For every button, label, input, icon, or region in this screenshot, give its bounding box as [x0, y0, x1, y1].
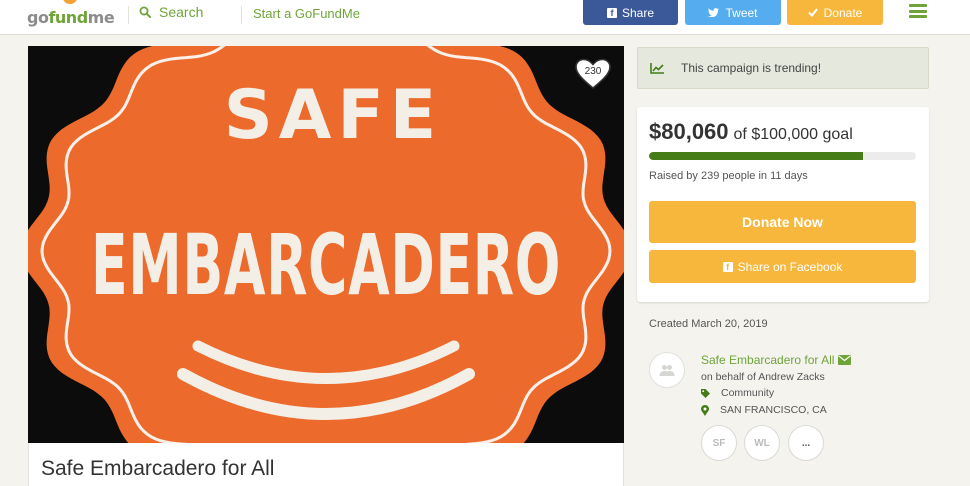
search-label: Search — [159, 4, 204, 20]
tag-icon — [701, 388, 710, 398]
organizer-avatar[interactable] — [649, 352, 685, 388]
favorite-button[interactable]: 230 — [574, 58, 612, 90]
top-nav: gofundme Search Start a GoFundMe f Share… — [0, 0, 970, 35]
location-pin-icon — [701, 404, 709, 416]
logo-fund: fund — [48, 8, 88, 27]
category-label: Community — [721, 387, 775, 399]
trending-text: This campaign is trending! — [681, 61, 822, 75]
checkmark-icon — [807, 8, 818, 17]
hamburger-menu-icon[interactable] — [909, 4, 927, 18]
organizer-section: Safe Embarcadero for All on behalf of An… — [649, 352, 929, 472]
trending-chart-icon — [650, 62, 664, 74]
share-on-facebook-button[interactable]: f Share on Facebook — [649, 250, 916, 283]
campaign-title-card: Safe Embarcadero for All — [28, 443, 624, 486]
header-divider — [128, 6, 129, 24]
location-label: SAN FRANCISCO, CA — [720, 404, 827, 416]
raised-by-text: Raised by 239 people in 11 days — [649, 170, 808, 182]
logo-go: go — [27, 8, 49, 27]
on-behalf-text: on behalf of Andrew Zacks — [701, 371, 825, 383]
hero-text-safe: SAFE — [224, 76, 443, 155]
search-icon — [139, 6, 151, 18]
campaign-hero-image: SAFE EMBARCADERO 230 — [28, 46, 624, 443]
twitter-icon — [708, 8, 720, 17]
donation-card: $80,060 of $100,000 goal Raised by 239 p… — [637, 107, 929, 302]
users-icon — [659, 365, 675, 376]
amount-raised: $80,060 — [649, 119, 729, 144]
progress-bar — [649, 152, 916, 160]
category-row[interactable]: Community — [701, 387, 774, 399]
team-member-avatar[interactable]: SF — [701, 425, 737, 461]
location-row: SAN FRANCISCO, CA — [701, 404, 827, 416]
share-label: Share — [621, 5, 655, 20]
safe-embarcadero-logo-image: SAFE EMBARCADERO — [28, 46, 624, 443]
more-team-members-button[interactable]: ... — [788, 425, 824, 461]
tweet-button[interactable]: Tweet — [685, 0, 781, 25]
organizer-name-link[interactable]: Safe Embarcadero for All — [701, 353, 852, 367]
organizer-name: Safe Embarcadero for All — [701, 353, 835, 367]
search-button[interactable]: Search — [139, 4, 203, 20]
donate-label: Donate — [823, 5, 863, 20]
header-donate-button[interactable]: Donate — [787, 0, 883, 25]
created-date: Created March 20, 2019 — [649, 318, 768, 330]
logo-badge-icon — [63, 0, 77, 4]
team-member-avatar[interactable]: WL — [744, 425, 780, 461]
hero-text-embarcadero: EMBARCADERO — [91, 216, 561, 314]
header-divider — [241, 6, 242, 24]
campaign-title: Safe Embarcadero for All — [41, 457, 275, 480]
amount-raised-row: $80,060 of $100,000 goal — [649, 119, 853, 145]
gofundme-logo[interactable]: gofundme — [27, 0, 115, 27]
facebook-share-button[interactable]: f Share — [583, 0, 678, 25]
donate-now-button[interactable]: Donate Now — [649, 201, 916, 243]
tweet-label: Tweet — [725, 5, 758, 20]
progress-fill — [649, 152, 863, 160]
facebook-icon: f — [722, 261, 733, 272]
envelope-icon[interactable] — [838, 355, 852, 365]
start-gofundme-link[interactable]: Start a GoFundMe — [253, 6, 360, 21]
favorite-count: 230 — [584, 66, 602, 77]
goal-text: of $100,000 goal — [733, 126, 853, 143]
trending-banner: This campaign is trending! — [637, 47, 929, 89]
logo-me: me — [87, 8, 115, 27]
facebook-icon: f — [606, 7, 617, 18]
share-facebook-label: Share on Facebook — [737, 259, 843, 274]
